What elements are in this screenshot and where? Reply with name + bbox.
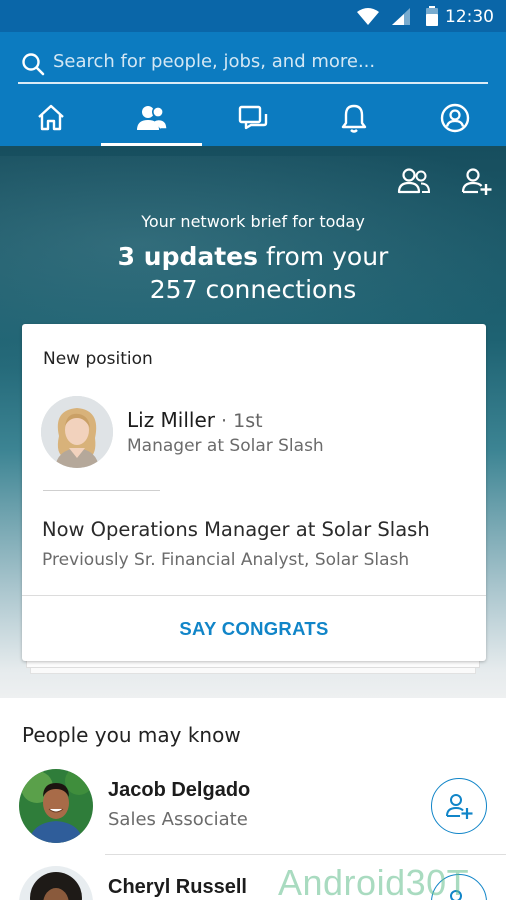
- home-icon: [37, 104, 64, 131]
- update-card[interactable]: New position Liz Miller · 1st Manager at…: [22, 324, 486, 661]
- status-bar: 12:30: [0, 0, 506, 32]
- person-name[interactable]: Liz Miller: [127, 408, 215, 432]
- messages-icon: [238, 105, 267, 130]
- section-title: People you may know: [22, 723, 241, 747]
- avatar[interactable]: [41, 396, 113, 468]
- avatar[interactable]: [19, 769, 93, 843]
- avatar[interactable]: [19, 866, 93, 900]
- divider: [43, 490, 160, 491]
- network-brief-label: Your network brief for today: [141, 212, 365, 231]
- search-bar[interactable]: Search for people, jobs, and more...: [18, 44, 488, 84]
- tab-my-network[interactable]: [101, 90, 202, 146]
- person-role: Sales Associate: [108, 809, 248, 830]
- tab-notifications[interactable]: [303, 90, 404, 146]
- add-person-icon: [446, 794, 473, 819]
- person-role: Manager at Solar Slash: [127, 436, 324, 456]
- connect-button[interactable]: [431, 778, 487, 834]
- tab-home[interactable]: [0, 90, 101, 146]
- divider: [105, 854, 506, 855]
- battery-icon: [426, 6, 438, 26]
- updates-count: 3 updates: [117, 242, 259, 271]
- connections-icon[interactable]: [397, 166, 431, 196]
- person-name[interactable]: Jacob Delgado: [108, 779, 250, 802]
- people-icon: [136, 106, 168, 130]
- cheryl-russell-photo: [19, 866, 93, 900]
- updates-suffix: from your: [258, 242, 389, 271]
- signal-icon: [392, 8, 410, 25]
- liz-miller-photo: [41, 396, 113, 468]
- watermark: Android30T: [278, 862, 470, 900]
- tab-me[interactable]: [404, 90, 505, 146]
- updates-summary: 3 updates from your: [0, 240, 506, 273]
- wifi-icon: [357, 8, 379, 25]
- search-input[interactable]: Search for people, jobs, and more...: [53, 51, 375, 72]
- connections-count: 257 connections: [149, 275, 357, 304]
- profile-icon: [440, 103, 469, 133]
- say-congrats-button[interactable]: SAY CONGRATS: [22, 596, 486, 661]
- new-position-title: Now Operations Manager at Solar Slash: [42, 518, 430, 541]
- tab-messaging[interactable]: [202, 90, 303, 146]
- previous-position: Previously Sr. Financial Analyst, Solar …: [42, 550, 410, 570]
- add-connection-icon[interactable]: [460, 166, 494, 196]
- status-time: 12:30: [445, 7, 494, 27]
- card-heading: New position: [43, 349, 153, 369]
- search-icon: [22, 53, 45, 76]
- tab-bar: [0, 90, 506, 146]
- jacob-delgado-photo: [19, 769, 93, 843]
- bell-icon: [341, 104, 366, 133]
- person-name[interactable]: Cheryl Russell: [108, 876, 247, 899]
- connection-degree: 1st: [233, 410, 263, 432]
- name-separator: ·: [215, 410, 234, 432]
- person-name-row[interactable]: Liz Miller · 1st: [127, 408, 263, 432]
